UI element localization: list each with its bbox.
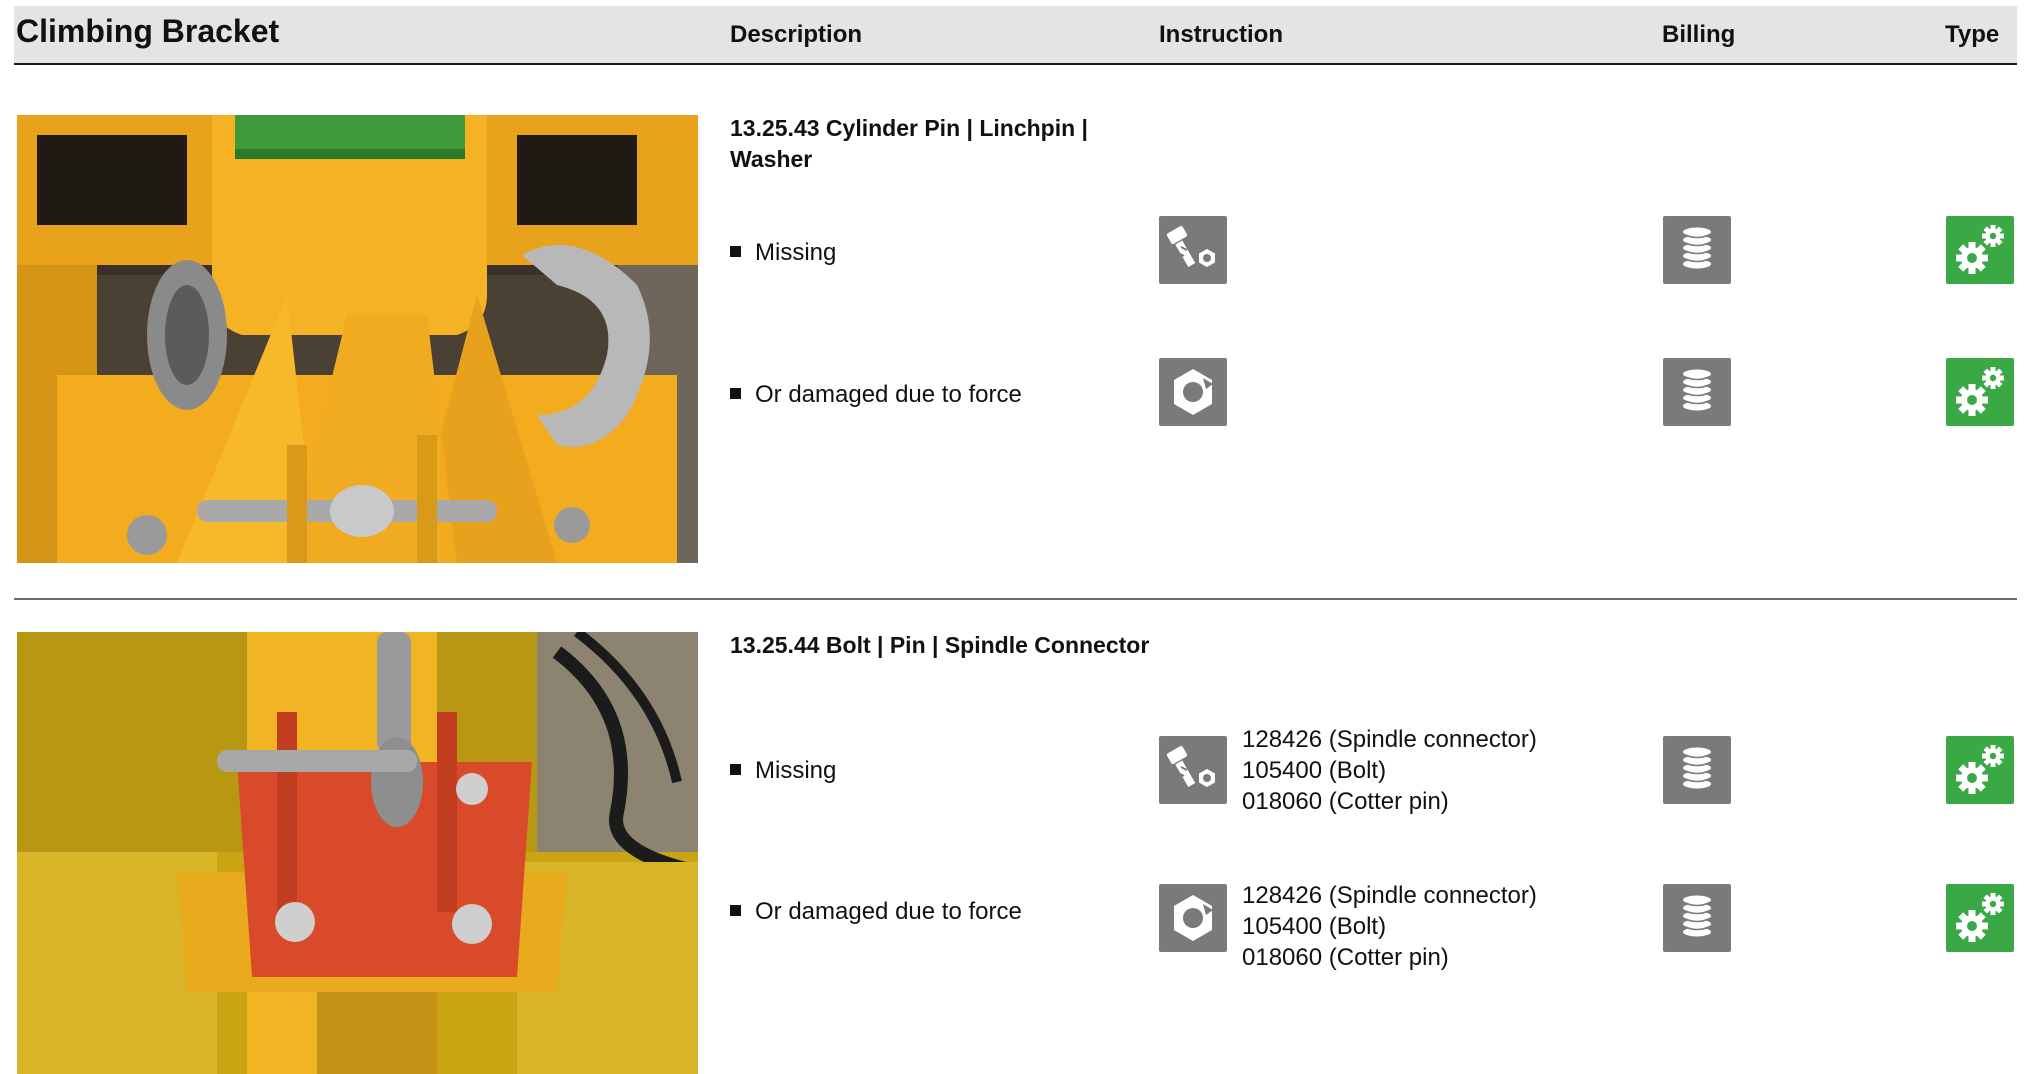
bullet-square-icon	[730, 905, 741, 917]
coin-stack-icon[interactable]	[1663, 884, 1731, 952]
list-item: Or damaged due to force	[730, 380, 1022, 410]
list-item: Or damaged due to force	[730, 897, 1022, 927]
gears-icon[interactable]	[1946, 358, 2014, 426]
section-divider	[14, 598, 2017, 600]
bolt-nut-icon[interactable]	[1159, 736, 1227, 804]
column-header-type: Type	[1945, 21, 2000, 48]
bullet-square-icon	[730, 764, 741, 776]
part-numbers: 128426 (Spindle connector) 105400 (Bolt)…	[1242, 724, 1537, 817]
part-number: 105400 (Bolt)	[1242, 913, 1387, 940]
gears-icon[interactable]	[1946, 216, 2014, 284]
part-numbers: 128426 (Spindle connector) 105400 (Bolt)…	[1242, 880, 1537, 973]
part-number: 128426 (Spindle connector)	[1242, 726, 1537, 753]
bolt-nut-icon[interactable]	[1159, 216, 1227, 284]
item-title: 13.25.44 Bolt | Pin | Spindle Connector	[730, 632, 1150, 658]
column-header-description: Description	[730, 21, 863, 48]
coin-stack-icon[interactable]	[1663, 736, 1731, 804]
coin-stack-icon[interactable]	[1663, 358, 1731, 426]
list-item: Missing	[730, 238, 836, 268]
list-item: Missing	[730, 756, 836, 786]
item-title: 13.25.43 Cylinder Pin | Linchpin | Washe…	[730, 115, 1088, 172]
coin-stack-icon[interactable]	[1663, 216, 1731, 284]
bullet-square-icon	[730, 246, 741, 258]
gears-icon[interactable]	[1946, 736, 2014, 804]
part-number: 105400 (Bolt)	[1242, 757, 1387, 784]
condition-label: Or damaged due to force	[755, 381, 1022, 408]
bullet-square-icon	[730, 388, 741, 400]
condition-label: Missing	[755, 757, 837, 784]
table-header: Climbing Bracket Description Instruction…	[14, 6, 2017, 65]
column-header-billing: Billing	[1662, 21, 1736, 48]
condition-label: Missing	[755, 239, 837, 266]
part-number: 128426 (Spindle connector)	[1242, 882, 1537, 909]
condition-label: Or damaged due to force	[755, 898, 1022, 925]
cylinder-pin-photo	[17, 115, 698, 563]
damaged-nut-icon[interactable]	[1159, 358, 1227, 426]
page-title: Climbing Bracket	[16, 13, 280, 49]
gears-icon[interactable]	[1946, 884, 2014, 952]
damaged-nut-icon[interactable]	[1159, 884, 1227, 952]
column-header-instruction: Instruction	[1159, 21, 1283, 48]
part-number: 018060 (Cotter pin)	[1242, 788, 1449, 815]
bolt-connector-photo	[17, 632, 698, 1074]
part-number: 018060 (Cotter pin)	[1242, 944, 1449, 971]
